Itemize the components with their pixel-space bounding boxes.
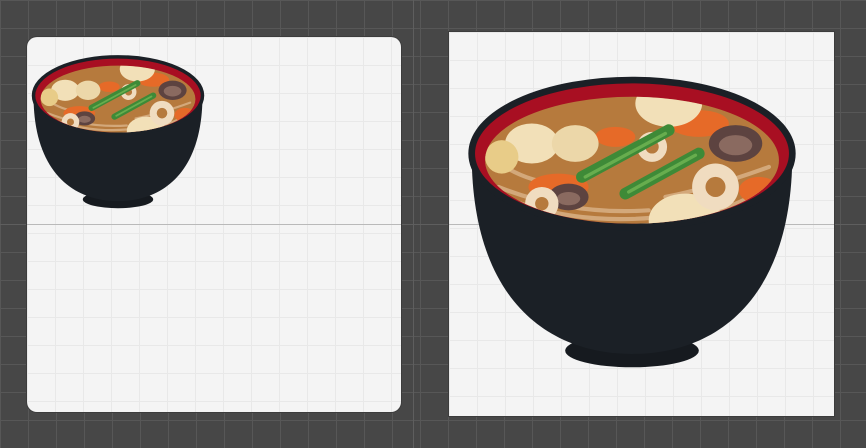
noodle-soup-bowl-icon (28, 41, 208, 217)
vertical-axis-line (413, 0, 414, 448)
frame-guide-line (27, 224, 401, 225)
sprite-preview-square[interactable] (449, 32, 834, 416)
sprite-preview-rounded[interactable] (27, 37, 401, 412)
editor-canvas[interactable] (0, 0, 866, 448)
noodle-soup-bowl-icon (461, 50, 803, 384)
